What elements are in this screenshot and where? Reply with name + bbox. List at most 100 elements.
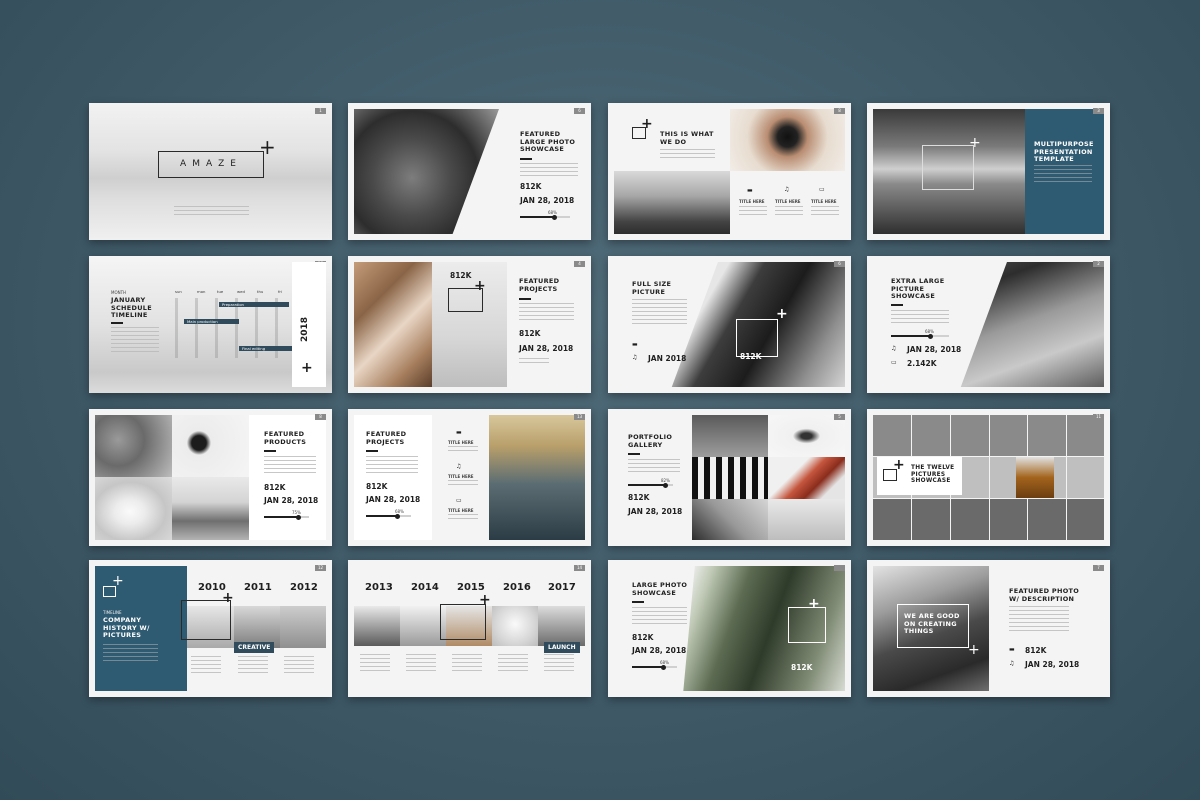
timeline-text-5	[544, 654, 574, 672]
day-header-thu: thu	[257, 289, 264, 294]
slide-company-history[interactable]: 12 + TIMELINE COMPANY HISTORY W/ PICTURE…	[89, 560, 332, 697]
body-text-lines	[366, 456, 418, 476]
slide-amaze-title[interactable]: 1 AMAZE +	[89, 103, 332, 240]
progress-fill	[366, 515, 397, 517]
slide-title: EXTRA LARGE PICTURE SHOWCASE	[891, 277, 945, 300]
slide-title: PORTFOLIO GALLERY	[628, 433, 673, 449]
progress-fill	[520, 216, 554, 218]
progress-bar	[628, 482, 673, 488]
plus-icon: +	[112, 573, 124, 589]
event-main-production[interactable]: Main production	[184, 319, 239, 324]
history-text-1	[191, 656, 221, 676]
progress-knob	[552, 214, 557, 220]
wooden-geometric-photo	[354, 262, 432, 387]
gallery-photo-sunglasses	[768, 415, 845, 457]
progress-bar	[891, 333, 949, 339]
slide-featured-projects-1[interactable]: 4 812K + FEATURED PROJECTS 812K JAN 28, …	[348, 256, 591, 393]
timeline-text-1	[360, 654, 390, 672]
coffee-cup-top-photo	[172, 415, 249, 477]
slide-title: FEATURED PROJECTS	[366, 430, 407, 446]
slide-portfolio-gallery[interactable]: 5 PORTFOLIO GALLERY 82% 812K JAN 28, 201…	[608, 409, 851, 546]
title-divider	[520, 158, 532, 160]
music-icon: ♫	[784, 186, 790, 193]
plus-icon: +	[259, 135, 276, 159]
progress-knob	[661, 664, 666, 670]
slide-what-we-do[interactable]: 8 + THIS IS WHAT WE DO ▬ ♫ ▭ TITLE HERE …	[608, 103, 851, 240]
chat-icon: ▬	[1009, 646, 1015, 653]
slide-number: 12	[315, 565, 326, 571]
date-value: JAN 28, 2018	[264, 496, 319, 505]
date-value: JAN 2018	[648, 354, 687, 363]
slide-multipurpose-template[interactable]: 3 + MULTIPURPOSE PRESENTATION TEMPLATE	[867, 103, 1110, 240]
year-2012: 2012	[290, 582, 318, 593]
item-title-2: TITLE HERE	[775, 199, 801, 204]
plus-icon: +	[808, 596, 820, 612]
event-preparation[interactable]: Preparation	[219, 302, 289, 307]
progress-fill	[264, 516, 298, 518]
slide-number: 7	[1093, 565, 1104, 571]
body-text-lines	[1034, 165, 1092, 182]
title-divider	[628, 453, 640, 455]
title-divider	[366, 450, 378, 452]
progress-fill	[891, 335, 931, 337]
creative-tag: CREATIVE	[234, 642, 275, 653]
slide-large-photo-showcase[interactable]: LARGE PHOTO SHOWCASE 812K JAN 28, 2018 6…	[608, 560, 851, 697]
item-title-3: TITLE HERE	[448, 508, 474, 513]
slide-featured-projects-2[interactable]: 13 FEATURED PROJECTS 812K JAN 28, 2018 6…	[348, 409, 591, 546]
title-divider	[519, 298, 531, 300]
brand-title: AMAZE	[180, 159, 242, 169]
slide-full-size-picture[interactable]: 6 FULL SIZE PICTURE ▬ ♫ JAN 2018 + 812K	[608, 256, 851, 393]
event-final-editing[interactable]: Final editing	[239, 346, 294, 351]
plus-icon: +	[222, 590, 234, 606]
slide-featured-photo-description[interactable]: 7 WE ARE GOOD ON CREATING THINGS + FEATU…	[867, 560, 1110, 697]
month-label: MONTH	[111, 290, 127, 295]
hiker-photo	[1016, 457, 1054, 498]
year-2013: 2013	[365, 582, 393, 593]
slide-featured-large-photo[interactable]: 6 FEATURED LARGE PHOTO SHOWCASE 812K JAN…	[348, 103, 591, 240]
slide-extra-large-picture[interactable]: 2 EXTRA LARGE PICTURE SHOWCASE 68% ♫ JAN…	[867, 256, 1110, 393]
day-header-fri: fri	[278, 289, 282, 294]
title-divider	[111, 322, 123, 324]
item-title-2: TITLE HERE	[448, 474, 474, 479]
history-text-2	[238, 656, 268, 676]
body-text-lines	[264, 456, 316, 476]
progress-fill	[628, 484, 665, 486]
timeline-photo-5	[538, 606, 585, 646]
gallery-photo-red-shape	[768, 457, 845, 499]
body-text-lines	[519, 303, 574, 323]
date-value: JAN 28, 2018	[520, 196, 575, 205]
slide-featured-products[interactable]: 8 FEATURED PRODUCTS 812K JAN 28, 2018 75…	[89, 409, 332, 546]
year-2016: 2016	[503, 582, 531, 593]
gallery-photo-cubes	[692, 457, 768, 499]
slide-number	[834, 565, 845, 571]
city-skyline-photo	[489, 415, 585, 540]
progress-knob	[663, 482, 668, 488]
slide-twelve-pictures[interactable]: 11 + THE TWELVE PICTURES SHOWCASE	[867, 409, 1110, 546]
date-value: JAN 28, 2018	[366, 495, 421, 504]
stat-value: 812K	[740, 352, 762, 361]
date-value: JAN 28, 2018	[519, 344, 574, 353]
stat-value: 812K	[264, 483, 286, 492]
plus-icon: +	[893, 457, 905, 473]
slide-title: FULL SIZE PICTURE	[632, 280, 672, 296]
slide-number: 1	[315, 108, 326, 114]
plus-icon: +	[479, 592, 491, 608]
progress-bar	[520, 214, 570, 220]
history-text-3	[284, 656, 314, 676]
day-header-tue: tue	[217, 289, 224, 294]
slide-title: MULTIPURPOSE PRESENTATION TEMPLATE	[1034, 140, 1094, 163]
music-icon: ♫	[632, 354, 638, 361]
slide-timeline-years[interactable]: 14 2013 2014 2015 2016 2017 + LAUNCH	[348, 560, 591, 697]
timeline-text-3	[452, 654, 482, 672]
item-title-1: TITLE HERE	[448, 440, 474, 445]
monitor-icon: ▭	[819, 186, 825, 193]
stat-value: 812K	[519, 329, 541, 338]
slide-january-schedule[interactable]: 16 MONTH JANUARY SCHEDULE TIMELINE sun m…	[89, 256, 332, 393]
chat-icon: ▬	[456, 429, 462, 436]
plus-icon: +	[641, 116, 653, 132]
footer-text	[519, 358, 549, 364]
date-value: JAN 28, 2018	[1025, 660, 1080, 669]
slide-title: THE TWELVE PICTURES SHOWCASE	[911, 465, 955, 484]
coastline-photo	[172, 477, 249, 540]
photo-frame	[788, 607, 826, 643]
